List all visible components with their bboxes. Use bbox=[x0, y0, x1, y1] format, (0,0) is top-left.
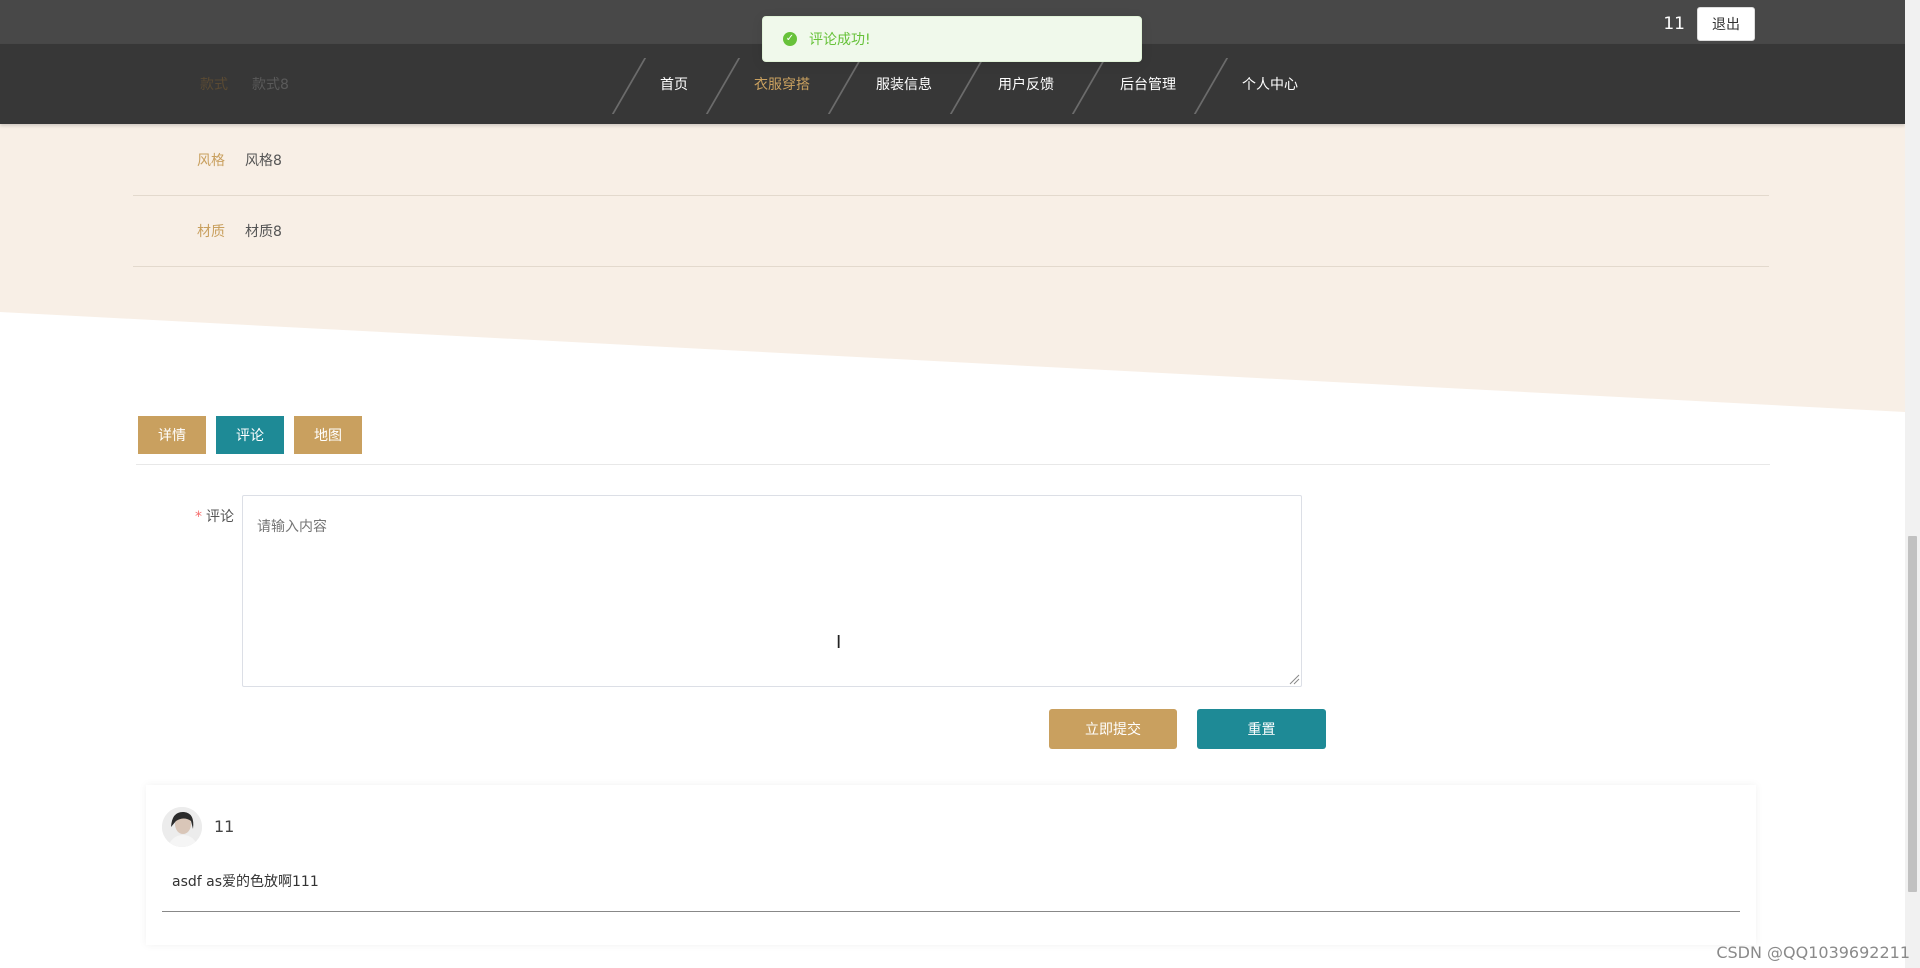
watermark: CSDN @QQ1039692211 bbox=[1716, 943, 1910, 962]
comment-textarea[interactable] bbox=[242, 495, 1302, 687]
comment-label-text: 评论 bbox=[206, 509, 234, 525]
username: 11 bbox=[1663, 14, 1685, 34]
nav-item-home[interactable]: 首页 bbox=[611, 44, 714, 124]
nav-label: 个人中心 bbox=[1242, 77, 1298, 93]
check-circle-icon: ✓ bbox=[783, 32, 797, 46]
nav-label: 首页 bbox=[660, 77, 688, 93]
logout-button[interactable]: 退出 bbox=[1697, 7, 1755, 41]
tab-details[interactable]: 详情 bbox=[138, 416, 206, 454]
detail-row-style-behind-nav: 款式 款式8 bbox=[200, 44, 289, 124]
required-mark: * bbox=[195, 509, 202, 525]
toast-message: 评论成功! bbox=[809, 32, 871, 48]
nav-divider bbox=[611, 58, 647, 114]
detail-tabs: 详情 评论 地图 bbox=[138, 416, 362, 454]
scrollbar-thumb[interactable] bbox=[1908, 536, 1917, 892]
nav-item-profile[interactable]: 个人中心 bbox=[1193, 44, 1324, 124]
nav-label: 用户反馈 bbox=[998, 77, 1054, 93]
comment-username: 11 bbox=[214, 817, 235, 836]
detail-value: 风格8 bbox=[245, 153, 282, 169]
tab-comments[interactable]: 评论 bbox=[216, 416, 284, 454]
success-toast: ✓ 评论成功! bbox=[762, 16, 1142, 62]
detail-label: 材质 bbox=[197, 224, 225, 240]
detail-row-style: 风格 风格8 bbox=[133, 125, 1769, 196]
tabs-divider bbox=[136, 464, 1770, 465]
text-cursor-icon: I bbox=[836, 632, 842, 653]
nav-label: 衣服穿搭 bbox=[754, 77, 810, 93]
comment-divider bbox=[162, 911, 1740, 912]
detail-value: 款式8 bbox=[252, 77, 289, 93]
nav-label: 服装信息 bbox=[876, 77, 932, 93]
resize-handle-icon[interactable] bbox=[1288, 673, 1300, 685]
page-scrollbar[interactable] bbox=[1905, 0, 1920, 968]
nav-label: 后台管理 bbox=[1120, 77, 1176, 93]
comment-item: 11 asdf as爱的色放啊111 bbox=[146, 785, 1756, 945]
reset-button[interactable]: 重置 bbox=[1197, 709, 1326, 749]
detail-row-material: 材质 材质8 bbox=[133, 196, 1769, 267]
detail-label: 款式 bbox=[200, 77, 228, 93]
submit-button[interactable]: 立即提交 bbox=[1049, 709, 1177, 749]
comment-content: asdf as爱的色放啊111 bbox=[172, 874, 319, 890]
tab-map[interactable]: 地图 bbox=[294, 416, 362, 454]
user-photo-icon bbox=[162, 807, 202, 847]
avatar bbox=[162, 807, 202, 847]
comment-field-label: * 评论 bbox=[160, 506, 234, 526]
user-area: 11 退出 bbox=[1663, 7, 1755, 41]
detail-value: 材质8 bbox=[245, 224, 282, 240]
detail-label: 风格 bbox=[197, 153, 225, 169]
